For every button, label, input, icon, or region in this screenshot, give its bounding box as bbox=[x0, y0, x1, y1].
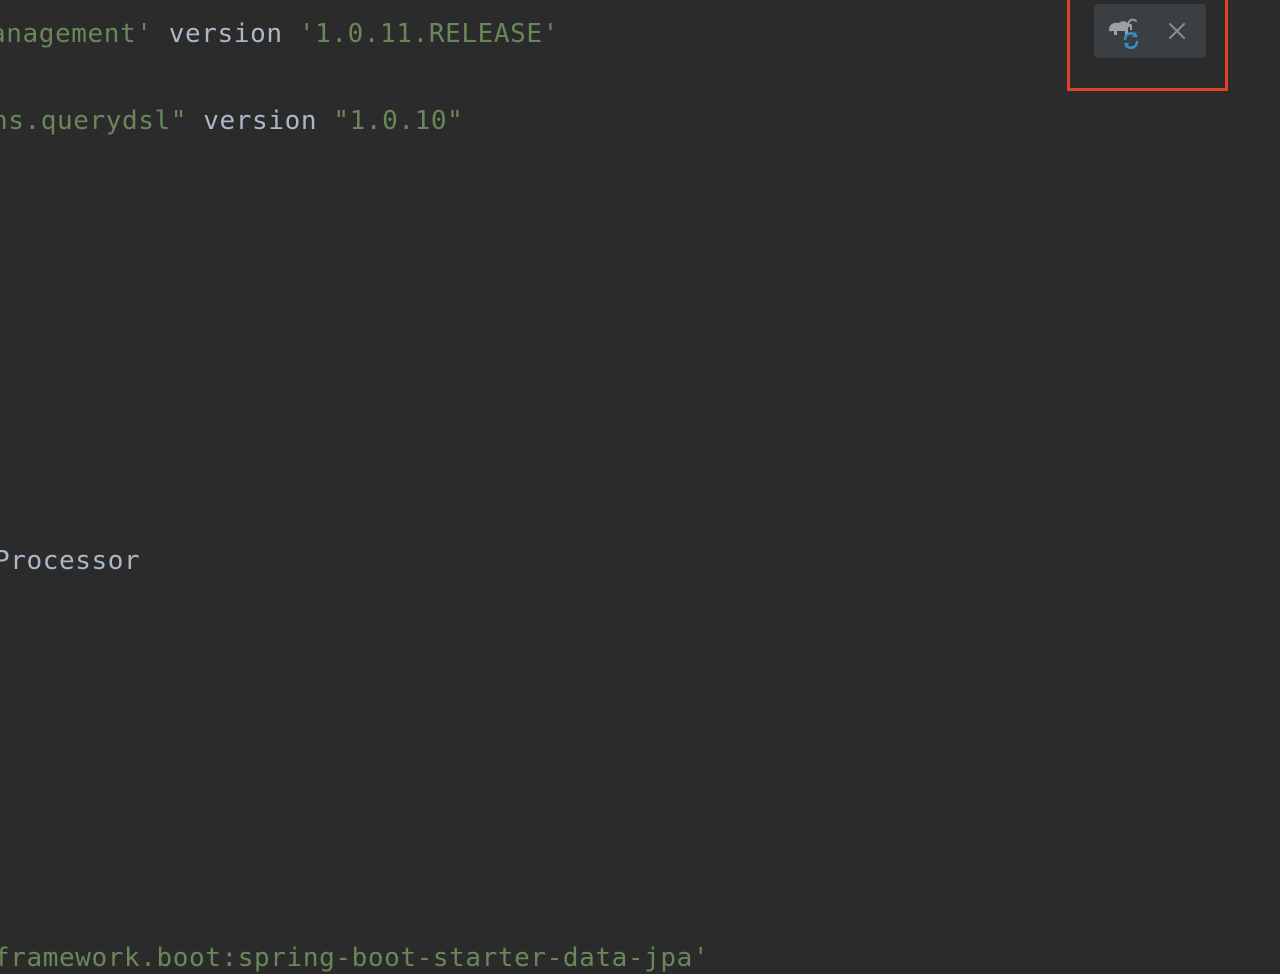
close-icon[interactable] bbox=[1168, 22, 1186, 40]
gradle-elephant-sync-icon[interactable] bbox=[1106, 13, 1142, 49]
string-literal: '1.0.11.RELEASE' bbox=[298, 19, 559, 49]
gradle-load-changes-popup bbox=[1094, 4, 1206, 58]
code-line[interactable]: framework.boot:spring-boot-starter-data-… bbox=[0, 943, 709, 973]
code-line[interactable]: ns.querydsl" version "1.0.10" bbox=[0, 106, 463, 136]
string-literal: anagement' bbox=[0, 19, 153, 49]
string-literal: "1.0.10" bbox=[333, 106, 464, 136]
string-literal: framework.boot:spring-boot-starter-data-… bbox=[0, 943, 710, 973]
identifier: version bbox=[152, 19, 299, 49]
identifier: Processor bbox=[0, 546, 141, 576]
string-literal: ns.querydsl" bbox=[0, 106, 188, 136]
code-editor[interactable]: anagement' version '1.0.11.RELEASE' ns.q… bbox=[0, 0, 1280, 974]
identifier: version bbox=[187, 106, 334, 136]
code-line[interactable]: Processor bbox=[0, 546, 140, 576]
code-line[interactable]: anagement' version '1.0.11.RELEASE' bbox=[0, 19, 559, 49]
